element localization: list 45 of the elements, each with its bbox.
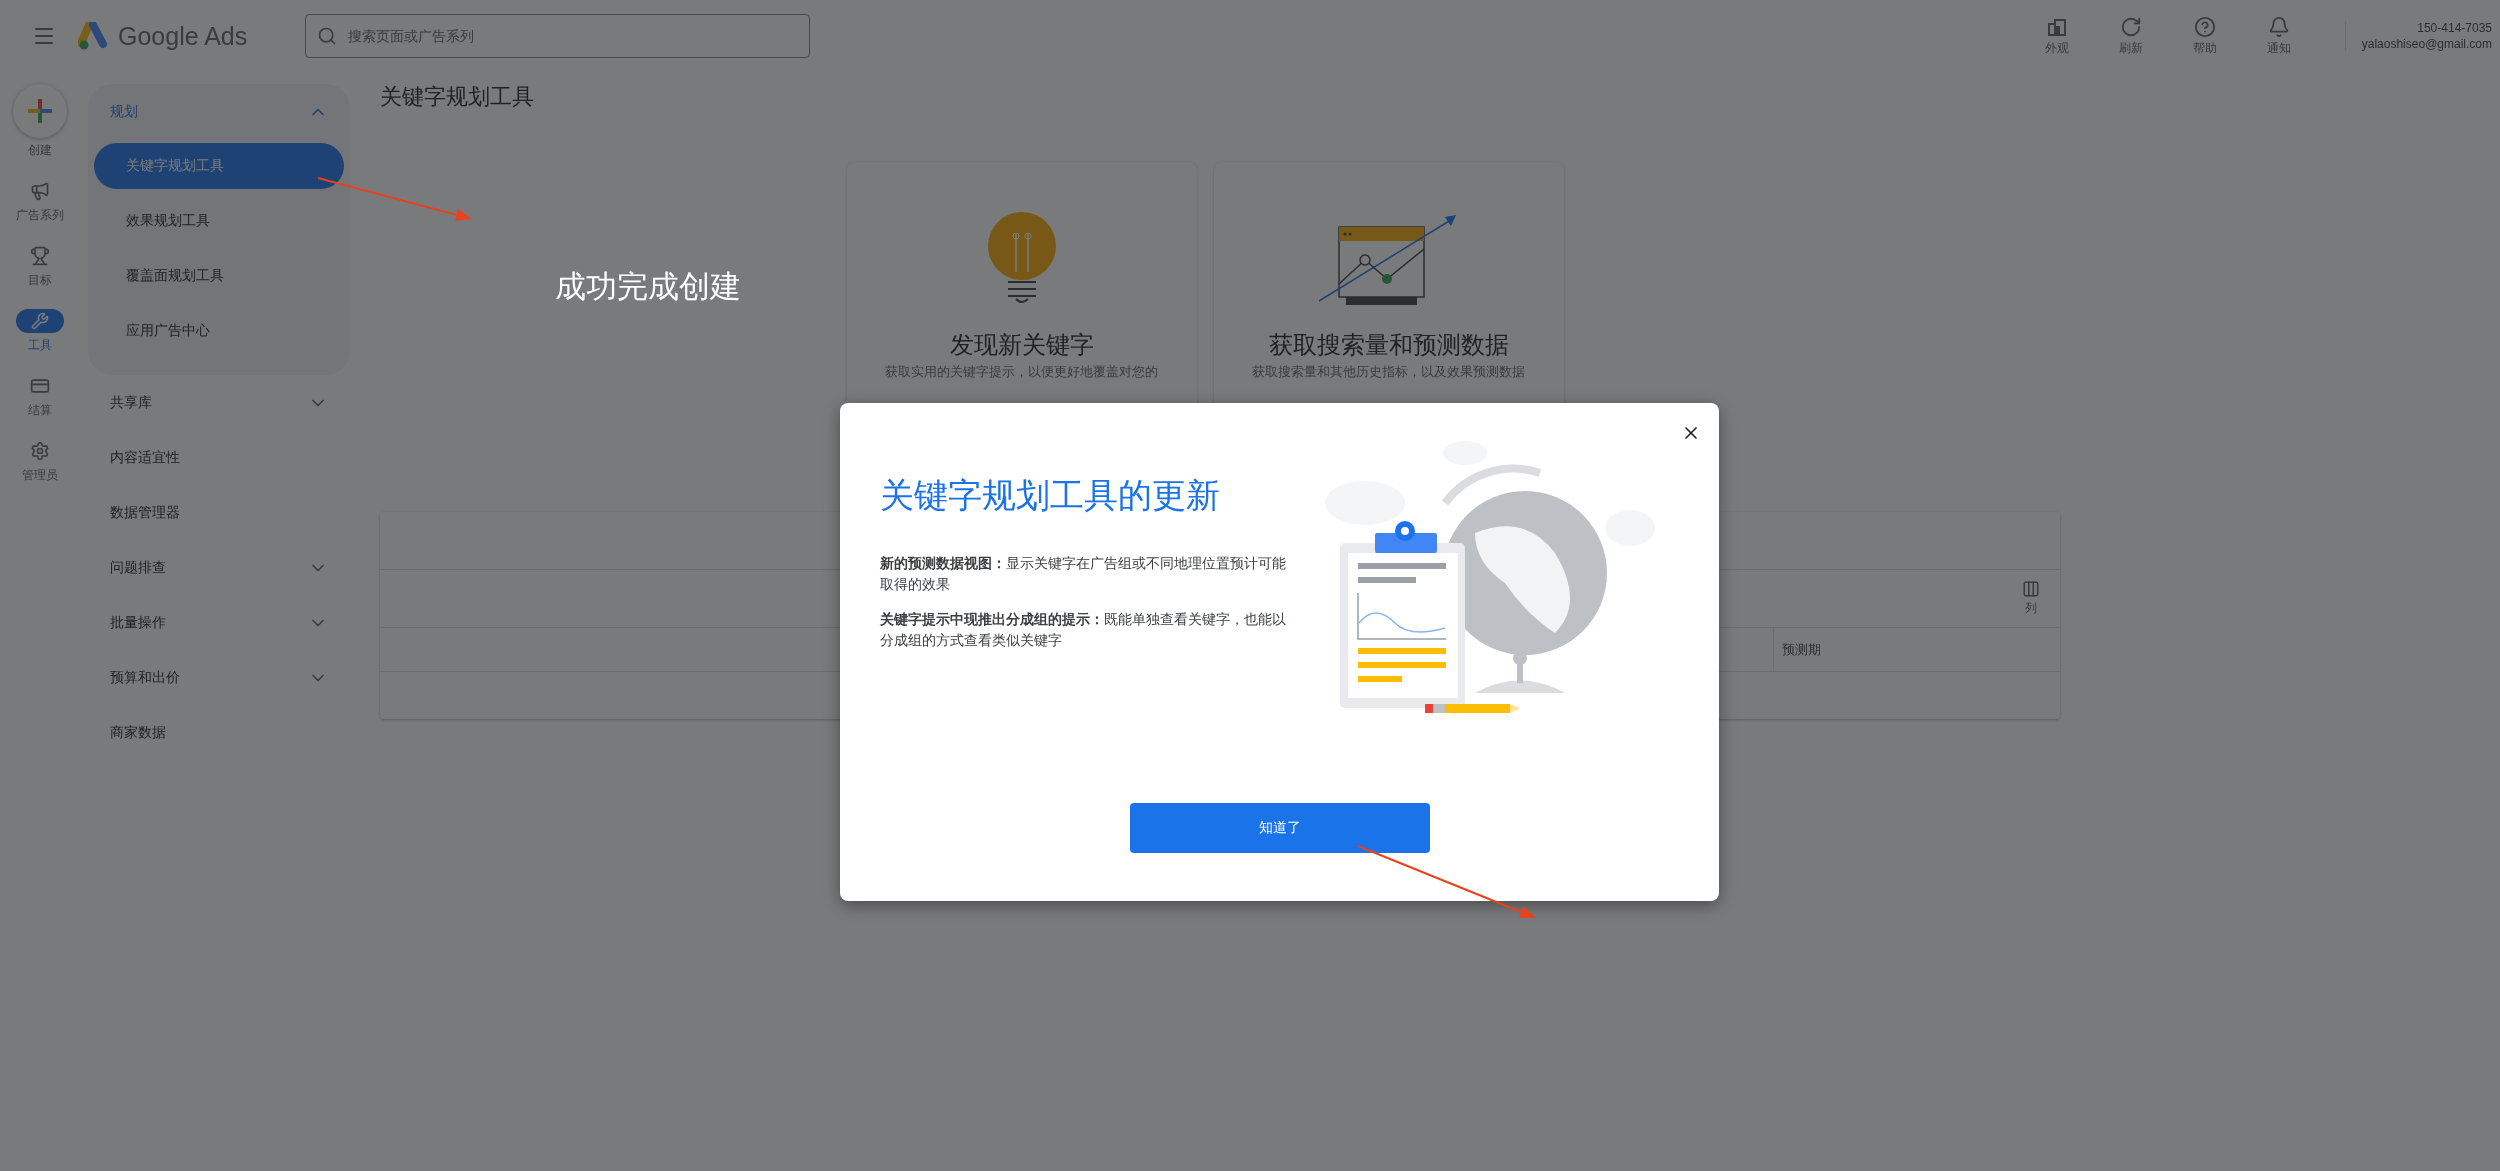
search-field[interactable]: 搜索页面或广告系列 [305,14,811,58]
sidebar-group-header[interactable]: 问题排查 [88,540,350,595]
plus-icon [26,97,54,125]
columns-icon [2022,580,2040,598]
nav-rail-item[interactable]: 广告系列 [16,179,64,224]
page-title: 关键字规划工具 [380,83,535,111]
account-phone: 150-414-7035 [2417,21,2492,35]
sidebar-group-header[interactable]: 预算和出价 [88,650,350,705]
search-icon [317,26,338,46]
dialog-paragraph: 新的预测数据视图：显示关键字在广告组或不同地理位置预计可能取得的效果 [880,554,1287,594]
annotation-note: 成功完成创建 [555,268,741,306]
sidebar-item[interactable]: 覆盖面规划工具 [94,253,344,299]
header-action-button[interactable]: 刷新 [2102,14,2159,58]
sidebar-item[interactable]: 商家数据 [88,705,350,760]
nav-rail-item[interactable]: 管理员 [16,439,64,484]
header-action-button[interactable]: 通知 [2250,14,2307,58]
sidebar-group-header[interactable]: 批量操作 [88,595,350,650]
ads-logo-icon [78,22,108,50]
wrench-icon [31,312,49,330]
sidebar-item[interactable]: 效果规划工具 [94,198,344,244]
help-icon [2193,15,2216,38]
credit-card-icon [30,376,50,396]
settings-icon [30,441,50,461]
dialog-paragraph: 关键字提示中现推出分成组的提示：既能单独查看关键字，也能以分成组的方式查看类似关键字 [880,610,1287,650]
refresh-icon [2119,15,2142,38]
got-it-button[interactable]: 知道了 [1129,803,1430,853]
columns-button[interactable]: 列 [2016,579,2046,618]
sidebar-item[interactable]: 关键字规划工具 [94,143,344,189]
sidebar-item[interactable]: 应用广告中心 [94,308,344,354]
bell-icon [2267,15,2290,38]
header-action-button[interactable]: 帮助 [2176,14,2233,58]
nav-rail-item[interactable]: 结算 [16,374,64,419]
line-chart-window-icon [1318,212,1459,307]
sidebar-item[interactable]: 内容适宜性 [88,430,350,485]
sidebar-group-header[interactable]: 规划 [88,84,350,139]
megaphone-icon [30,181,50,201]
sidebar-group-header[interactable]: 共享库 [88,375,350,430]
column-header: 预测期 [1773,628,2060,671]
account-email: yalaoshiseo@gmail.com [2361,37,2492,51]
dialog-title: 关键字规划工具的更新 [880,475,1221,516]
sidebar-item[interactable]: 数据管理器 [88,485,350,540]
logo-text: Google Ads [118,21,248,51]
trophy-icon [30,246,50,266]
nav-rail-item[interactable]: 目标 [16,244,64,289]
header-action-button[interactable]: 外观 [2028,14,2085,58]
